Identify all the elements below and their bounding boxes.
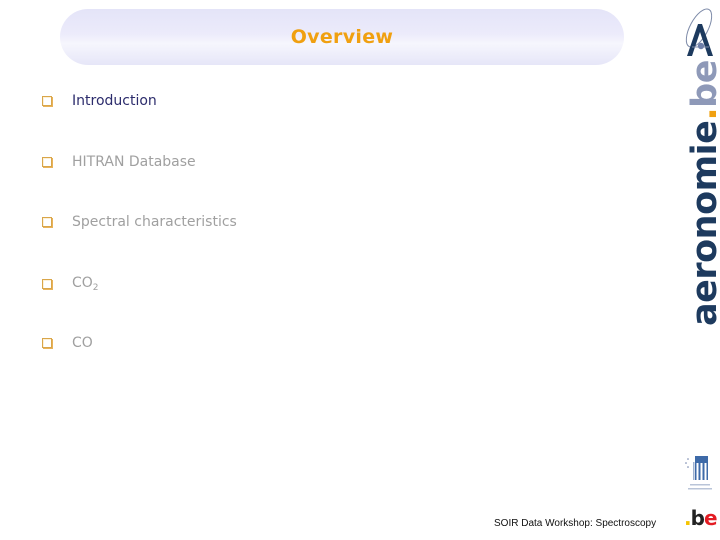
- brand-wordmark-main: aeronomie: [685, 120, 720, 326]
- square-bullet-icon: [42, 338, 52, 348]
- be-logo-dot: .: [684, 506, 692, 530]
- be-logo-e: e: [703, 506, 718, 530]
- footer-text: SOIR Data Workshop: Spectroscopy: [494, 518, 657, 529]
- aeronomie-a-logo-icon: [685, 8, 713, 56]
- agenda-item-hitran-database: HITRAN Database: [42, 154, 196, 170]
- agenda-item-co: CO: [42, 335, 93, 351]
- agenda-item-label: Introduction: [72, 93, 157, 109]
- agenda-item-label: CO2: [72, 275, 99, 293]
- agenda-item-label-subscript: 2: [92, 283, 99, 293]
- agenda-item-introduction: Introduction: [42, 93, 157, 109]
- agenda-item-spectral-characteristics: Spectral characteristics: [42, 214, 237, 230]
- brand-wordmark-tld: be: [685, 60, 720, 108]
- be-logo-b: b: [690, 506, 705, 530]
- agenda-item-co2: CO2: [42, 275, 99, 293]
- brand-wordmark-dot: .: [685, 108, 720, 121]
- square-bullet-icon: [42, 217, 52, 227]
- agenda-item-label-main: CO: [72, 275, 93, 291]
- belspo-logo-icon: [685, 456, 712, 490]
- title-banner: Overview: [60, 9, 624, 65]
- agenda-item-label: Spectral characteristics: [72, 214, 237, 230]
- agenda-item-label: CO: [72, 335, 93, 351]
- square-bullet-icon: [42, 96, 52, 106]
- aeronomie-brand-wordmark: aeronomie.be: [685, 60, 720, 326]
- belgium-be-logo-icon: .be: [684, 508, 717, 528]
- slide-title: Overview: [290, 26, 394, 48]
- agenda-item-label: HITRAN Database: [72, 154, 196, 170]
- square-bullet-icon: [42, 157, 52, 167]
- square-bullet-icon: [42, 279, 52, 289]
